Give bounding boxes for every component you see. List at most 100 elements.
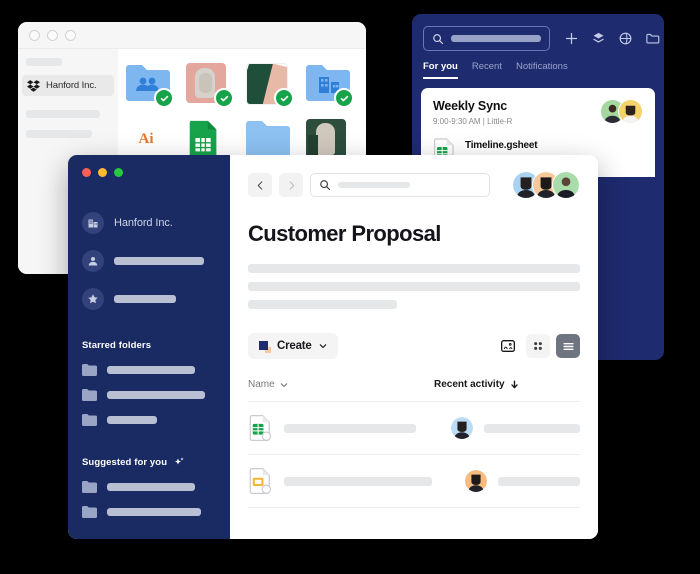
tab-for-you[interactable]: For you xyxy=(423,61,458,79)
sidebar-item-starred[interactable] xyxy=(68,288,230,310)
grid-item-team-folder[interactable] xyxy=(306,63,354,108)
sidebar-placeholder xyxy=(114,257,204,265)
preview-pane-icon xyxy=(501,340,515,352)
avatar[interactable] xyxy=(450,416,474,440)
traffic-lights xyxy=(68,155,230,177)
google-sheets-cloud-icon xyxy=(249,415,272,441)
sidebar-folder-item[interactable] xyxy=(68,389,230,401)
column-recent-activity[interactable]: Recent activity xyxy=(434,379,519,390)
create-square-icon xyxy=(259,340,271,353)
create-button[interactable]: Create xyxy=(248,333,338,359)
sidebar-folder-item[interactable] xyxy=(68,414,230,426)
folder-icon xyxy=(82,414,97,426)
arrow-down-icon xyxy=(510,380,518,389)
dropbox-logo-icon xyxy=(27,80,40,92)
column-name[interactable]: Name xyxy=(248,379,434,390)
starred-heading-label: Starred folders xyxy=(82,340,152,351)
synced-check-icon xyxy=(214,88,234,108)
folder-icon xyxy=(82,389,97,401)
front-org-name: Hanford Inc. xyxy=(114,217,173,229)
tab-recent[interactable]: Recent xyxy=(472,61,502,79)
sidebar-placeholder xyxy=(114,295,176,303)
plus-icon[interactable] xyxy=(564,31,579,46)
list-view-icon xyxy=(562,342,574,350)
create-button-label: Create xyxy=(277,340,312,352)
folder-name-placeholder xyxy=(107,508,201,516)
card-subtitle: 9:00-9:30 AM | Little-R xyxy=(433,117,513,126)
folder-name-placeholder xyxy=(107,483,195,491)
view-toggle-group xyxy=(496,334,580,358)
illustrator-label: Ai xyxy=(138,130,154,147)
row-activity xyxy=(464,469,580,493)
table-row[interactable] xyxy=(248,455,580,508)
preview-pane-button[interactable] xyxy=(496,334,520,358)
minimize-button[interactable] xyxy=(47,29,58,41)
front-window-main: Customer Proposal Create Name Recent act… xyxy=(230,155,598,539)
search-icon xyxy=(433,33,444,44)
forward-button[interactable] xyxy=(279,173,303,197)
starred-folders-heading: Starred folders xyxy=(68,340,230,351)
sparkle-icon xyxy=(175,457,184,465)
folder-name-placeholder xyxy=(107,366,195,374)
sidebar-folder-item[interactable] xyxy=(68,364,230,376)
search-placeholder-bar xyxy=(338,182,410,188)
back-button[interactable] xyxy=(248,173,272,197)
chevron-left-icon xyxy=(257,180,262,190)
close-button[interactable] xyxy=(82,168,91,177)
grid-view-button[interactable] xyxy=(526,334,550,358)
front-window-topbar xyxy=(248,171,580,199)
building-icon xyxy=(82,212,104,234)
dark-window-header xyxy=(412,14,664,51)
synced-check-icon xyxy=(154,88,174,108)
avatar[interactable] xyxy=(618,99,643,124)
sidebar-folder-item[interactable] xyxy=(68,481,230,493)
folder-icon[interactable] xyxy=(645,31,660,46)
folder-icon xyxy=(82,506,97,518)
tab-notifications[interactable]: Notifications xyxy=(516,61,568,79)
row-activity xyxy=(450,416,580,440)
card-title: Weekly Sync xyxy=(433,99,508,113)
body-line xyxy=(248,300,398,309)
person-icon xyxy=(82,250,104,272)
minimize-button[interactable] xyxy=(98,168,107,177)
avatar[interactable] xyxy=(552,171,580,199)
file-name-placeholder xyxy=(284,476,432,486)
synced-check-icon xyxy=(274,88,294,108)
search-input[interactable] xyxy=(423,26,550,51)
table-column-headers: Name Recent activity xyxy=(248,379,580,402)
dropbox-layers-icon[interactable] xyxy=(591,31,606,46)
maximize-button[interactable] xyxy=(114,168,123,177)
chevron-right-icon xyxy=(289,180,294,190)
sidebar-item-org[interactable]: Hanford Inc. xyxy=(22,75,114,96)
chevron-down-icon xyxy=(280,382,287,387)
grid-item-photo[interactable] xyxy=(186,63,234,108)
dark-window-actions xyxy=(564,31,660,46)
maximize-button[interactable] xyxy=(65,29,76,41)
search-placeholder-bar xyxy=(451,35,541,42)
sidebar-item-org[interactable]: Hanford Inc. xyxy=(68,212,230,234)
search-input[interactable] xyxy=(310,173,490,197)
grid-view-icon xyxy=(534,342,542,350)
sidebar-placeholder xyxy=(26,130,92,138)
list-view-button[interactable] xyxy=(556,334,580,358)
avatar[interactable] xyxy=(464,469,488,493)
sidebar-placeholder xyxy=(26,58,62,66)
sidebar-folder-item[interactable] xyxy=(68,506,230,518)
front-window-sidebar: Hanford Inc. Starred folders Suggested f… xyxy=(68,155,230,539)
column-recent-activity-label: Recent activity xyxy=(434,379,505,390)
back-window-titlebar xyxy=(18,22,366,49)
grid-item-image[interactable] xyxy=(246,63,294,108)
grid-item-shared-folder[interactable] xyxy=(126,63,174,108)
globe-icon[interactable] xyxy=(618,31,633,46)
popover-pointer xyxy=(518,14,550,15)
table-row[interactable] xyxy=(248,402,580,455)
folder-name-placeholder xyxy=(107,416,157,424)
column-name-label: Name xyxy=(248,379,275,390)
card-file-name: Timeline.gsheet xyxy=(465,139,538,151)
collaborator-avatars xyxy=(512,171,580,199)
sidebar-item-people[interactable] xyxy=(68,250,230,272)
synced-check-icon xyxy=(334,88,354,108)
dropbox-customer-proposal-window[interactable]: Hanford Inc. Starred folders Suggested f… xyxy=(68,155,598,539)
close-button[interactable] xyxy=(29,29,40,41)
chevron-down-icon xyxy=(319,344,326,349)
